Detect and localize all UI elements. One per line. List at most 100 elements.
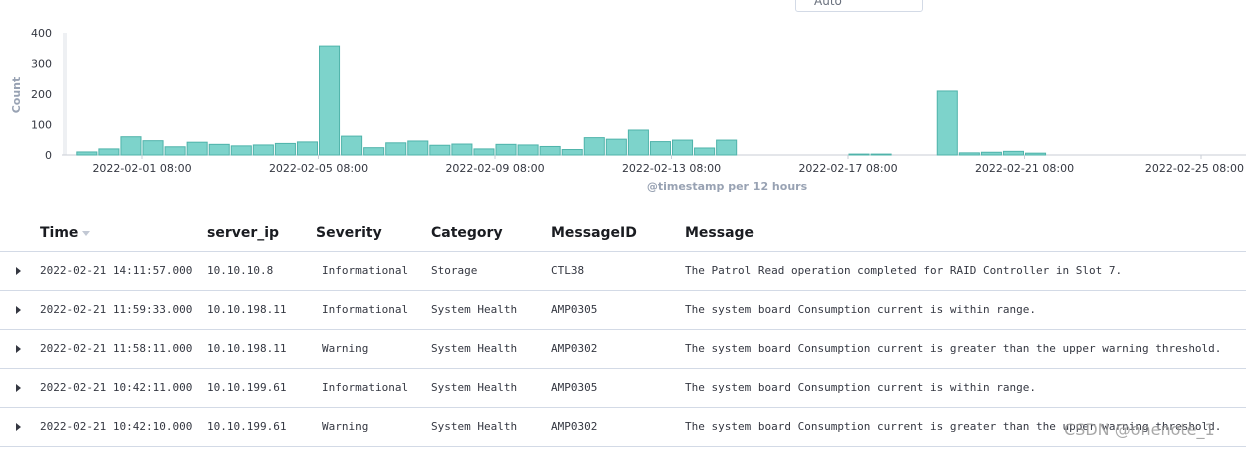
y-axis: 0 100 200 300 400	[31, 27, 67, 162]
table-row: 2022-02-21 14:11:57.000 10.10.10.8 Infor…	[0, 252, 1246, 291]
histogram-bar	[429, 144, 451, 156]
column-header-severity[interactable]: Severity	[316, 225, 382, 241]
column-header-category[interactable]: Category	[431, 225, 503, 241]
histogram-bar	[1025, 152, 1047, 156]
histogram-bar	[649, 141, 671, 156]
histogram-bar	[186, 141, 208, 156]
histogram-bar	[1002, 150, 1024, 156]
histogram-bar	[958, 152, 980, 156]
expand-row-icon[interactable]	[13, 265, 25, 277]
histogram-bar	[495, 143, 517, 156]
histogram-bar	[252, 144, 274, 156]
table-row: 2022-02-21 10:42:10.000 10.10.199.61 War…	[0, 408, 1246, 447]
x-axis-label: @timestamp per 12 hours	[647, 180, 808, 193]
column-header-message-id[interactable]: MessageID	[551, 225, 637, 241]
cell-category: System Health	[431, 381, 518, 394]
cell-category: Storage	[431, 264, 478, 277]
y-tick-label: 300	[31, 58, 52, 71]
histogram-bar	[517, 144, 539, 156]
x-tick-label: 2022-02-09 08:00	[445, 162, 544, 175]
cell-time: 2022-02-21 10:42:10.000	[40, 420, 193, 433]
watermark: CSDN @onenote_1	[1064, 420, 1215, 439]
y-tick-label: 100	[31, 119, 52, 132]
cell-server-ip: 10.10.198.11	[207, 342, 287, 355]
table-row: 2022-02-21 11:58:11.000 10.10.198.11 War…	[0, 330, 1246, 369]
x-tick-label: 2022-02-01 08:00	[92, 162, 191, 175]
expand-row-icon[interactable]	[13, 343, 25, 355]
cell-severity: Informational	[322, 381, 409, 394]
column-header-server-ip[interactable]: server_ip	[207, 225, 279, 241]
histogram-bar	[407, 140, 429, 156]
histogram-bar	[848, 153, 870, 156]
cell-category: System Health	[431, 420, 518, 433]
x-axis: 2022-02-01 08:00 2022-02-05 08:00 2022-02-…	[62, 154, 1246, 175]
histogram-chart: 0 100 200 300 400 2022-02-01 08:00 2022-02-05…	[10, 27, 1246, 193]
cell-message-id: CTL38	[551, 264, 585, 277]
histogram-bar	[473, 148, 495, 156]
histogram-bar	[296, 141, 318, 156]
histogram-bar	[142, 140, 164, 156]
cell-time: 2022-02-21 11:59:33.000	[40, 303, 193, 316]
histogram-bar	[164, 146, 186, 156]
expand-row-icon[interactable]	[13, 382, 25, 394]
histogram-bar	[561, 149, 583, 156]
cell-time: 2022-02-21 14:11:57.000	[40, 264, 193, 277]
histogram-bar	[716, 139, 738, 156]
cell-severity: Warning	[322, 420, 369, 433]
cell-message-id: AMP0302	[551, 420, 598, 433]
table-row: 2022-02-21 11:59:33.000 10.10.198.11 Inf…	[0, 291, 1246, 330]
y-tick-label: 200	[31, 88, 52, 101]
x-tick-label: 2022-02-21 08:00	[975, 162, 1074, 175]
cell-severity: Warning	[322, 342, 369, 355]
histogram-bar	[870, 153, 892, 156]
histogram-bar	[539, 145, 561, 156]
histogram-bar	[341, 135, 363, 156]
expand-row-icon[interactable]	[13, 304, 25, 316]
histogram-bar	[627, 129, 649, 156]
cell-message-id: AMP0305	[551, 303, 598, 316]
table-row: 2022-02-21 10:42:11.000 10.10.199.61 Inf…	[0, 369, 1246, 408]
cell-message: The Patrol Read operation completed for …	[685, 264, 1123, 277]
y-tick-label: 0	[45, 149, 52, 162]
histogram-bar	[980, 151, 1002, 156]
cell-server-ip: 10.10.198.11	[207, 303, 287, 316]
table-header: Time server_ip Severity Category Message…	[0, 214, 1246, 252]
cell-category: System Health	[431, 342, 518, 355]
histogram-bar	[363, 147, 385, 156]
cell-category: System Health	[431, 303, 518, 316]
x-tick-label: 2022-02-05 08:00	[269, 162, 368, 175]
y-tick-label: 400	[31, 27, 52, 40]
histogram-bar	[672, 139, 694, 156]
cell-time: 2022-02-21 11:58:11.000	[40, 342, 193, 355]
column-header-message[interactable]: Message	[685, 225, 754, 241]
column-header-time[interactable]: Time	[40, 225, 91, 241]
sort-descending-icon[interactable]	[82, 230, 91, 236]
histogram-bar	[385, 142, 407, 156]
x-tick-label: 2022-02-17 08:00	[798, 162, 897, 175]
cell-message: The system board Consumption current is …	[685, 342, 1222, 355]
histogram-bar	[230, 145, 252, 156]
expand-row-icon[interactable]	[13, 421, 25, 433]
y-axis-label: Count	[10, 77, 23, 114]
histogram-bar	[694, 147, 716, 156]
histogram-bar	[319, 45, 341, 156]
cell-message: The system board Consumption current is …	[685, 381, 1036, 394]
bar-series	[76, 45, 1047, 156]
cell-server-ip: 10.10.199.61	[207, 420, 287, 433]
cell-severity: Informational	[322, 303, 409, 316]
cell-time: 2022-02-21 10:42:11.000	[40, 381, 193, 394]
histogram-bar	[76, 151, 98, 156]
cell-message: The system board Consumption current is …	[685, 303, 1036, 316]
cell-server-ip: 10.10.10.8	[207, 264, 274, 277]
cell-severity: Informational	[322, 264, 409, 277]
histogram-bar	[451, 143, 473, 156]
column-header-time-label: Time	[40, 225, 79, 241]
x-tick-label: 2022-02-13 08:00	[622, 162, 721, 175]
x-tick-label: 2022-02-25 08:00	[1145, 162, 1244, 175]
histogram-bar	[120, 136, 142, 156]
histogram-bar	[936, 90, 958, 156]
results-table: Time server_ip Severity Category Message…	[0, 214, 1246, 447]
histogram-bar	[605, 138, 627, 156]
histogram-bar	[98, 148, 120, 156]
histogram-bar	[583, 137, 605, 156]
